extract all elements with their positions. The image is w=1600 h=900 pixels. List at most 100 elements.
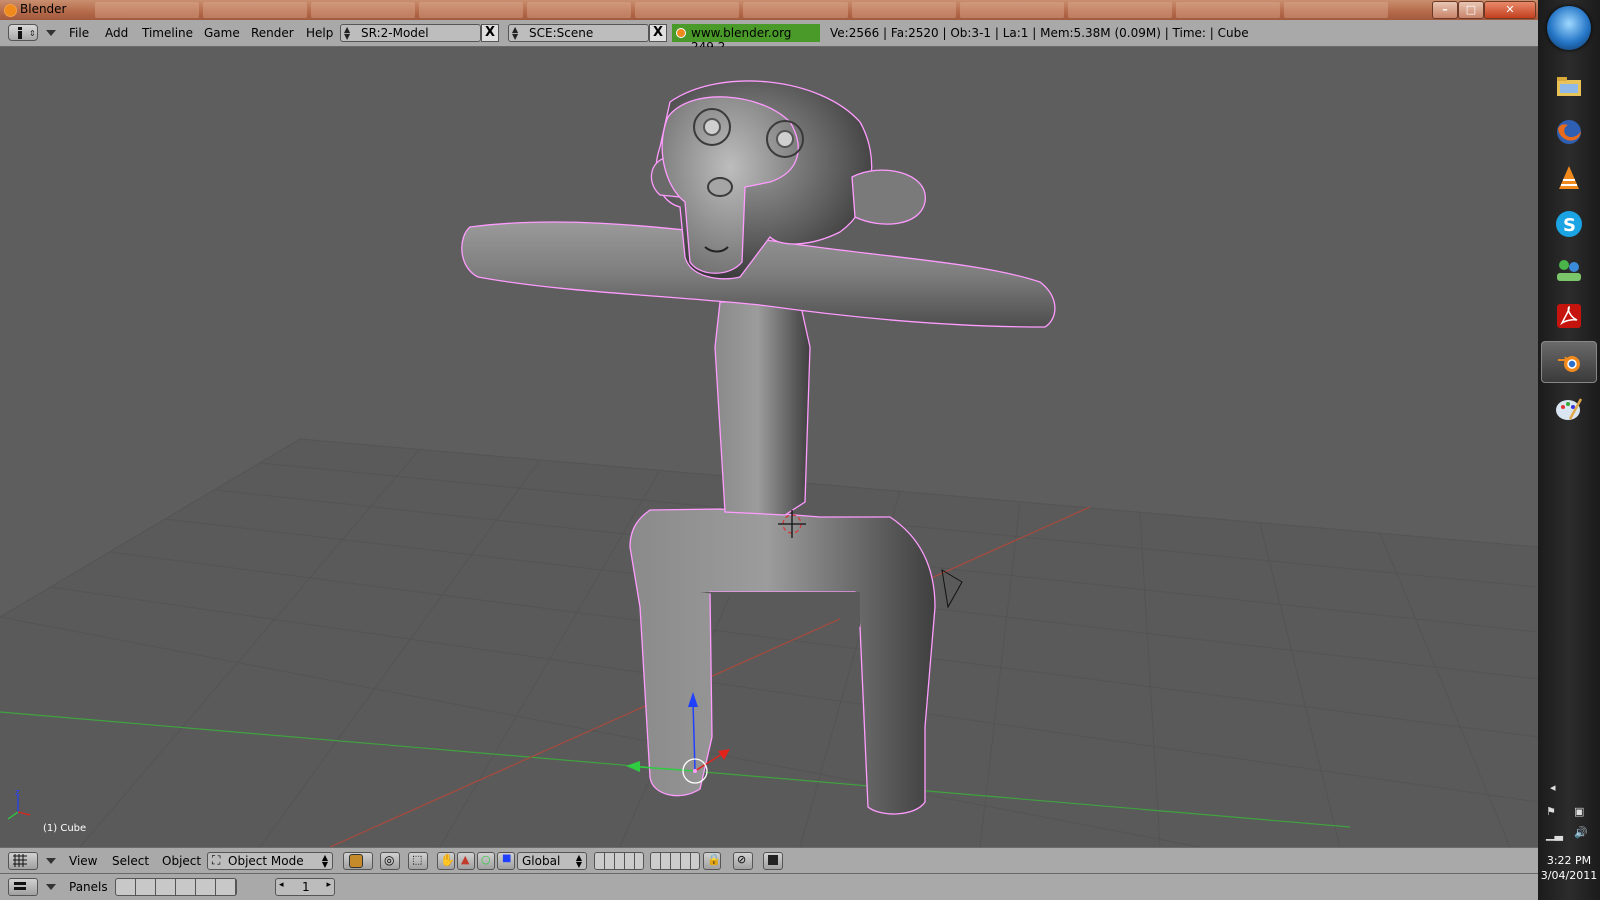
blender-app-icon (4, 4, 17, 17)
circle-icon: ○ (481, 853, 491, 866)
orientation-selector[interactable]: Global ▲ ▼ (517, 852, 587, 870)
menu-object[interactable]: Object (162, 854, 201, 868)
taskbar-acrobat[interactable] (1541, 295, 1597, 337)
panels-label[interactable]: Panels (69, 880, 108, 894)
hand-icon: ✋ (440, 853, 455, 867)
menu-select[interactable]: Select (112, 854, 149, 868)
info-icon: ⇕ (18, 27, 36, 39)
menu-help[interactable]: Help (306, 26, 333, 40)
acrobat-icon (1557, 304, 1581, 328)
delete-screen-button[interactable]: X (481, 24, 499, 42)
skype-icon: S (1556, 211, 1582, 237)
system-clock[interactable]: 3:22 PM 3/04/2011 (1538, 853, 1600, 883)
safely-remove-icon[interactable]: ▣ (1574, 805, 1584, 818)
window-titlebar[interactable]: Blender – □ ✕ (0, 0, 1538, 20)
draw-type-selector[interactable] (343, 852, 373, 870)
link-button[interactable]: ⊘ (733, 852, 753, 870)
layer-buttons-group-2[interactable] (650, 852, 700, 870)
manipulator-toggle[interactable]: ✋ (437, 852, 455, 870)
dashed-box-icon: ⬚ (412, 853, 423, 866)
editor-type-button[interactable]: ⇕ (8, 24, 38, 41)
minimize-button[interactable]: – (1432, 1, 1458, 19)
pivot-icon: ◎ (384, 853, 395, 867)
buttons-header: Panels ◂ 1 ▸ (0, 874, 1538, 900)
active-object-label: (1) Cube (43, 823, 87, 834)
menu-file[interactable]: File (69, 26, 89, 40)
collapse-menu-triangle-icon[interactable] (46, 30, 56, 36)
screen-selector[interactable]: ▲ ▼ SR:2-Model (340, 24, 481, 42)
collapse-triangle-icon[interactable] (46, 884, 56, 890)
taskbar-paint[interactable] (1541, 388, 1597, 430)
square-icon: ■ (502, 853, 512, 864)
taskbar-skype[interactable]: S (1541, 203, 1597, 245)
scale-manipulator-button[interactable]: ■ (497, 852, 515, 870)
updown-arrows-icon: ▲ ▼ (321, 853, 328, 869)
website-link[interactable]: www.blender.org 249.2 (672, 24, 820, 54)
windows-taskbar: S ◂ ⚑ ▣ ▁▃ 🔊 3:22 PM 3/04/2011 (1538, 0, 1600, 900)
updown-arrows-icon: ▲ ▼ (344, 25, 351, 41)
clock-time: 3:22 PM (1546, 854, 1592, 867)
menu-render[interactable]: Render (251, 26, 294, 40)
3d-view-header: View Select Object ⛶ Object Mode ▲ ▼ ◎ ⬚ … (0, 847, 1538, 874)
paint-icon (1556, 398, 1583, 420)
mode-selector[interactable]: ⛶ Object Mode ▲ ▼ (207, 852, 333, 870)
taskbar-explorer[interactable] (1541, 66, 1597, 108)
link-icon: ⊘ (737, 853, 747, 866)
mode-label: Object Mode (228, 854, 304, 868)
render-preview-button[interactable] (763, 852, 783, 870)
menu-view[interactable]: View (69, 854, 97, 868)
menu-timeline[interactable]: Timeline (142, 26, 193, 40)
show-hidden-icons-arrow[interactable]: ◂ (1550, 781, 1556, 794)
scene-name: SCE:Scene (529, 26, 594, 40)
frame-number-field[interactable]: ◂ 1 ▸ (275, 878, 335, 896)
select-visible-button[interactable]: ⬚ (408, 852, 428, 870)
action-center-flag-icon[interactable]: ⚑ (1546, 805, 1556, 818)
file-explorer-icon (1557, 77, 1581, 96)
layer-buttons-group-1[interactable] (594, 852, 644, 870)
background-window-ghosts (95, 2, 1388, 18)
messenger-icon (1557, 260, 1581, 281)
solid-draw-icon (349, 854, 363, 868)
3d-viewport[interactable]: z (1) Cube (0, 47, 1538, 847)
close-window-button[interactable]: ✕ (1484, 1, 1536, 19)
blender-logo-icon (676, 28, 686, 38)
context-buttons-group[interactable] (115, 878, 237, 896)
start-button[interactable] (1547, 6, 1591, 50)
lock-layers-button[interactable]: 🔒 (703, 852, 721, 870)
updown-arrows-icon: ▲ ▼ (512, 25, 519, 41)
scene-selector[interactable]: ▲ ▼ SCE:Scene (508, 24, 649, 42)
info-header: ⇕ File Add Timeline Game Render Help ▲ ▼ … (0, 20, 1538, 54)
svg-text:⇕: ⇕ (29, 29, 36, 38)
taskbar-firefox[interactable] (1541, 111, 1597, 153)
firefox-icon (1557, 120, 1581, 144)
updown-arrows-icon: ▲ ▼ (575, 853, 582, 869)
blender-icon (1558, 356, 1580, 372)
clock-date: 3/04/2011 (1540, 869, 1598, 882)
collapse-triangle-icon[interactable] (46, 858, 56, 864)
list-icon (14, 882, 26, 890)
taskbar-messenger[interactable] (1541, 249, 1597, 291)
screen-name: SR:2-Model (361, 26, 429, 40)
translate-manipulator-button[interactable]: ▲ (457, 852, 475, 870)
3d-view-editor-type-button[interactable] (8, 852, 38, 870)
pivot-selector[interactable]: ◎ (380, 852, 400, 870)
render-icon (768, 855, 778, 865)
frame-number: 1 (302, 880, 310, 894)
rotate-manipulator-button[interactable]: ○ (477, 852, 495, 870)
delete-scene-button[interactable]: X (649, 24, 667, 42)
buttons-editor-type-button[interactable] (8, 878, 38, 896)
axis-z-label: z (15, 788, 20, 798)
network-signal-icon[interactable]: ▁▃ (1546, 828, 1563, 841)
window-title: Blender (20, 2, 67, 16)
maximize-button[interactable]: □ (1458, 1, 1484, 19)
volume-icon[interactable]: 🔊 (1574, 826, 1588, 839)
taskbar-vlc[interactable] (1541, 157, 1597, 199)
grid-icon (13, 854, 27, 867)
menu-add[interactable]: Add (105, 26, 128, 40)
object-mode-icon: ⛶ (212, 853, 221, 867)
scene-stats: Ve:2566 | Fa:2520 | Ob:3-1 | La:1 | Mem:… (830, 26, 1249, 40)
increment-arrow-icon: ▸ (326, 880, 331, 890)
taskbar-blender[interactable] (1541, 341, 1597, 383)
orientation-label: Global (522, 854, 561, 868)
menu-game[interactable]: Game (204, 26, 240, 40)
